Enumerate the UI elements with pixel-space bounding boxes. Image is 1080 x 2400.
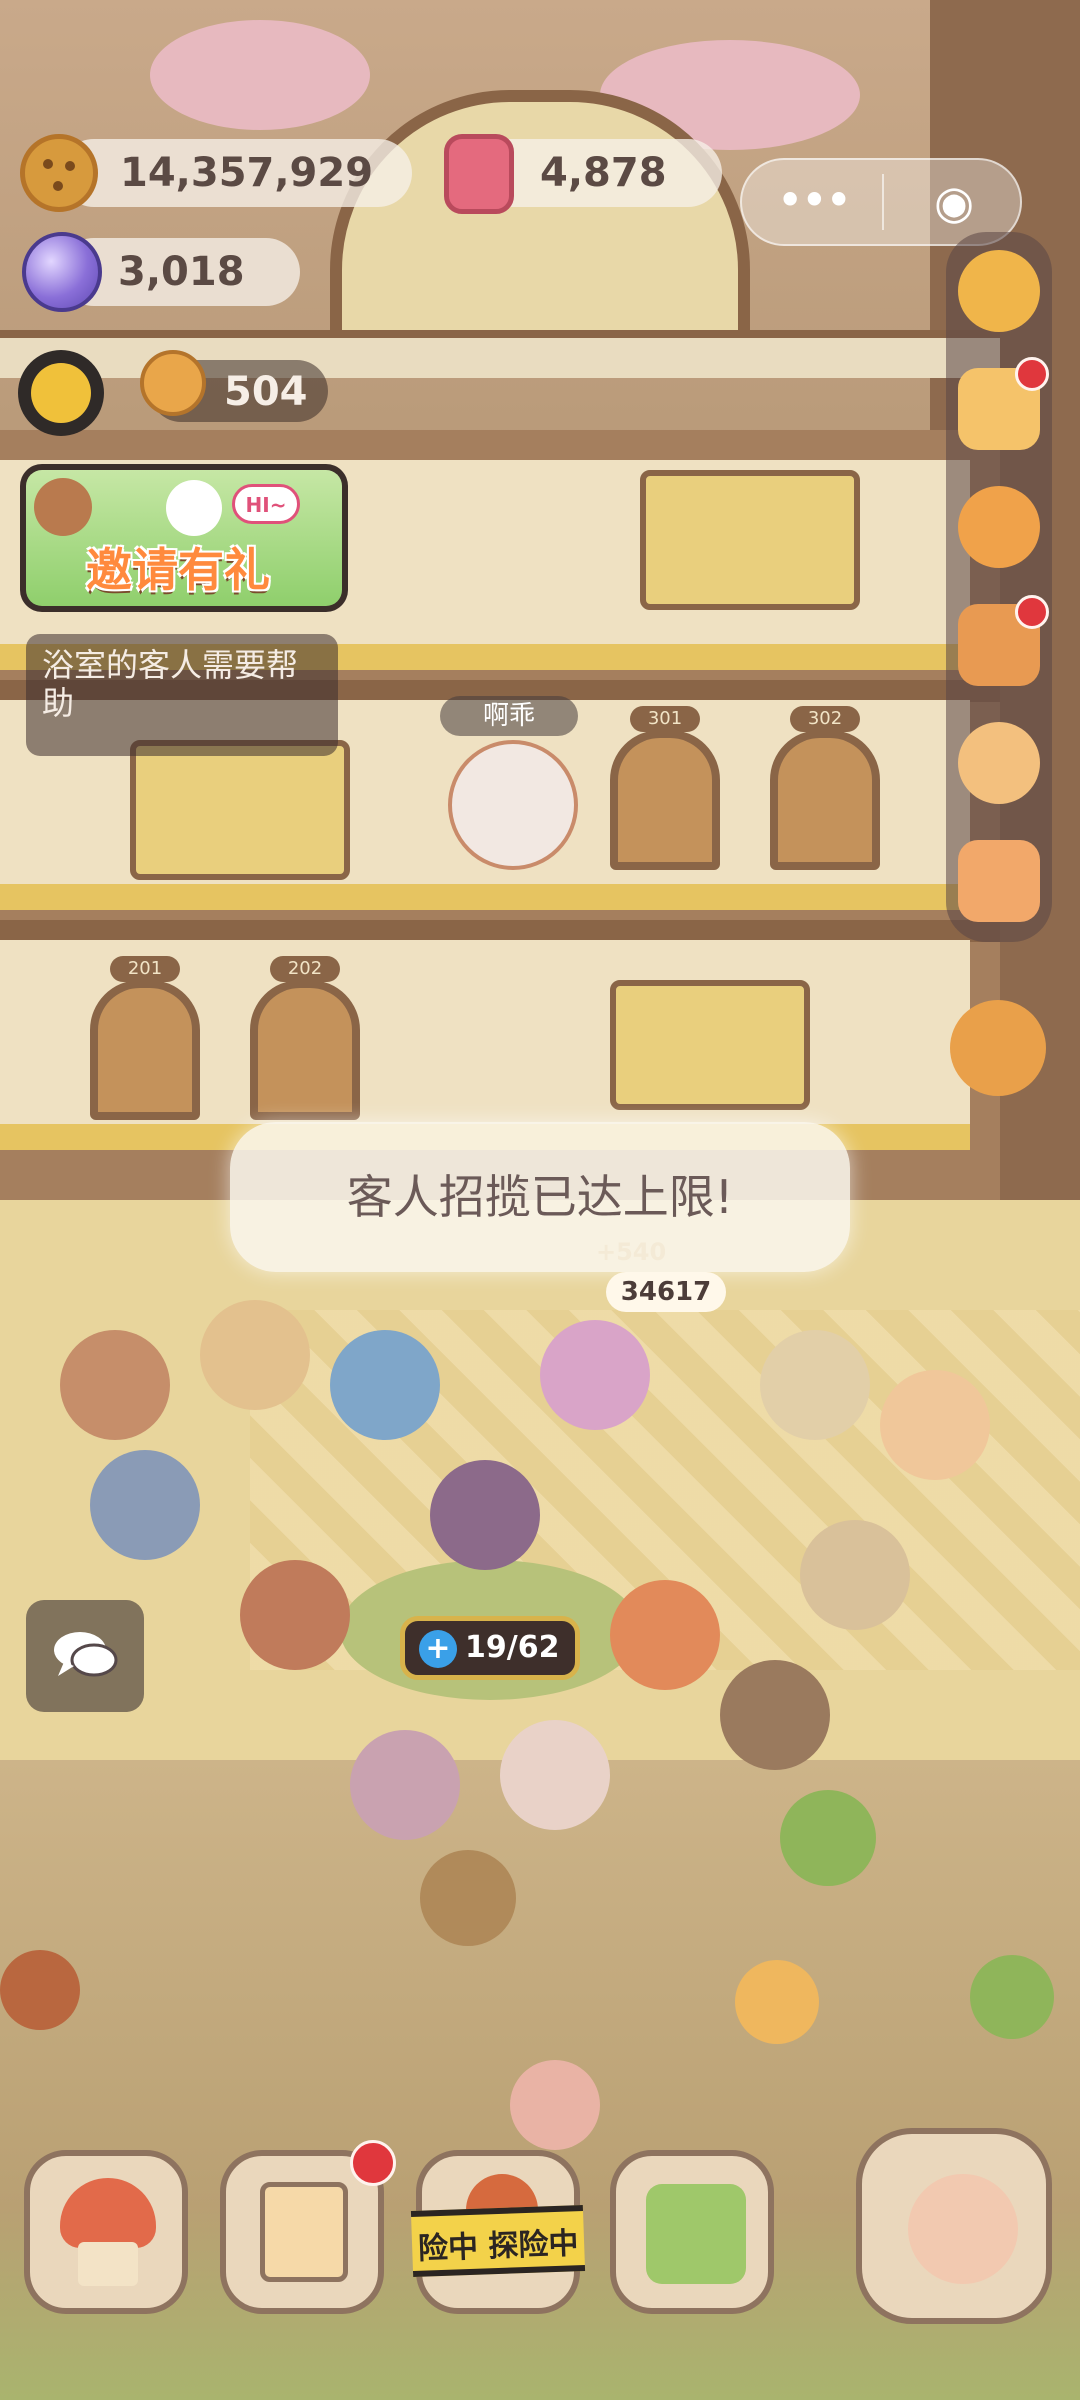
- notification-badge: [1015, 595, 1049, 629]
- side-menu: [946, 232, 1052, 942]
- gem-icon: [444, 134, 514, 214]
- guest-character[interactable]: [540, 1320, 650, 1430]
- chat-button[interactable]: [26, 1600, 144, 1712]
- notification-badge: [350, 2140, 396, 2186]
- bath-curtain[interactable]: [610, 980, 810, 1110]
- room-door-202[interactable]: [250, 980, 360, 1120]
- score-gain: +540: [596, 1238, 667, 1266]
- score-total: 34617: [606, 1272, 726, 1312]
- guest-character[interactable]: [735, 1960, 819, 2044]
- quest-tip[interactable]: 浴室的客人需要帮助: [26, 634, 338, 756]
- invite-reward-button[interactable]: HI~ 邀请有礼: [20, 464, 348, 612]
- guest-character[interactable]: [610, 1580, 720, 1690]
- fish-icon: [908, 2174, 1018, 2284]
- house-icon: [60, 2178, 156, 2248]
- invite-label: 邀请有礼: [86, 543, 270, 597]
- chat-icon: [54, 1632, 118, 1677]
- capsule-divider: [882, 174, 884, 230]
- helper-icon: [140, 350, 206, 416]
- build-button[interactable]: [24, 2150, 188, 2314]
- guest-character[interactable]: [970, 1955, 1054, 2039]
- floor-beam: [0, 920, 1000, 942]
- guest-name-tag: 啊乖: [440, 696, 578, 736]
- paint-icon[interactable]: [950, 1000, 1046, 1096]
- room-door-302[interactable]: [770, 730, 880, 870]
- bath-curtain[interactable]: [640, 470, 860, 610]
- settings-icon[interactable]: [958, 250, 1040, 332]
- guest-character[interactable]: [330, 1330, 440, 1440]
- toast-message: 客人招揽已达上限!: [230, 1122, 850, 1272]
- friends-icon[interactable]: [958, 722, 1040, 804]
- guest-character[interactable]: [500, 1720, 610, 1830]
- avatar-icon: [34, 478, 92, 536]
- room-number: 301: [630, 706, 700, 732]
- star-icon[interactable]: [958, 486, 1040, 568]
- gem-amount: 4,878: [540, 150, 667, 196]
- guest-character[interactable]: [510, 2060, 600, 2150]
- guest-character[interactable]: [430, 1460, 540, 1570]
- sun-icon[interactable]: [18, 350, 104, 436]
- guest-character[interactable]: [90, 1450, 200, 1560]
- guest-character[interactable]: [880, 1370, 990, 1480]
- face-icon: [166, 480, 222, 536]
- close-button[interactable]: ◉: [934, 172, 974, 232]
- shop-icon: [646, 2184, 746, 2284]
- cookie-amount: 14,357,929: [120, 150, 374, 196]
- shop-button[interactable]: [610, 2150, 774, 2314]
- cherry-blossom: [150, 20, 370, 130]
- orb-amount: 3,018: [118, 249, 245, 295]
- guest-character[interactable]: [60, 1330, 170, 1440]
- guest-character[interactable]: [350, 1730, 460, 1840]
- diary-icon: [260, 2182, 348, 2282]
- guest-capacity-value: 19/62: [465, 1630, 560, 1665]
- cookie-counter[interactable]: 14,357,929: [60, 139, 412, 207]
- guest-character[interactable]: [780, 1790, 876, 1886]
- guest-character[interactable]: [800, 1520, 910, 1630]
- room-door-301[interactable]: [610, 730, 720, 870]
- add-capacity-button[interactable]: +: [419, 1630, 457, 1668]
- featured-guest[interactable]: [448, 740, 578, 870]
- orb-icon: [22, 232, 102, 312]
- room-door-201[interactable]: [90, 980, 200, 1120]
- notification-badge: [1015, 357, 1049, 391]
- guest-character[interactable]: [420, 1850, 516, 1946]
- invite-banner: HI~ 邀请有礼: [26, 470, 342, 606]
- guest-character[interactable]: [720, 1660, 830, 1770]
- helper-amount: 504: [224, 369, 308, 415]
- more-button[interactable]: •••: [778, 170, 851, 230]
- fishing-button[interactable]: [856, 2128, 1052, 2324]
- hi-bubble: HI~: [232, 484, 300, 524]
- bath-curtain[interactable]: [130, 740, 350, 880]
- guest-character[interactable]: [0, 1950, 80, 2030]
- guest-capacity-counter[interactable]: + 19/62: [400, 1616, 580, 1680]
- cookie-icon: [20, 134, 98, 212]
- guest-character[interactable]: [200, 1300, 310, 1410]
- room-number: 302: [790, 706, 860, 732]
- guest-character[interactable]: [240, 1560, 350, 1670]
- house-base: [78, 2242, 138, 2286]
- room-number: 202: [270, 956, 340, 982]
- exploring-tape: 险中 探险中: [410, 2205, 586, 2277]
- guest-character[interactable]: [760, 1330, 870, 1440]
- room-number: 201: [110, 956, 180, 982]
- camera-icon[interactable]: [958, 840, 1040, 922]
